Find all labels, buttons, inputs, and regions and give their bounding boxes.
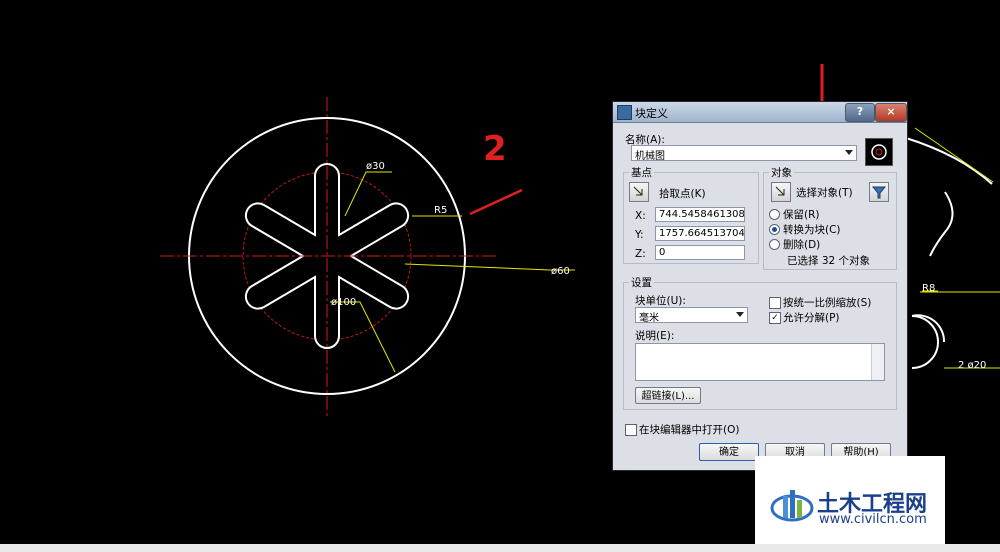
dim-d30-label: ø30 bbox=[366, 161, 385, 172]
selected-count-status: 已选择 32 个对象 bbox=[787, 255, 871, 267]
z-coordinate-input[interactable]: 0 bbox=[655, 245, 745, 260]
name-value: 机械图 bbox=[635, 151, 665, 161]
scale-uniformly-checkbox[interactable] bbox=[769, 297, 781, 309]
open-in-block-editor-label: 在块编辑器中打开(O) bbox=[639, 424, 740, 436]
hyperlink-button[interactable]: 超链接(L)... bbox=[635, 387, 701, 404]
dialog-title: 块定义 bbox=[635, 107, 668, 120]
x-coordinate-input[interactable]: 744.5458461308826 bbox=[655, 207, 745, 222]
block-preview-icon bbox=[865, 138, 893, 166]
objects-title: 对象 bbox=[769, 165, 794, 180]
retain-label: 保留(R) bbox=[783, 209, 820, 221]
pick-point-label: 拾取点(K) bbox=[659, 188, 706, 200]
close-button[interactable]: × bbox=[875, 103, 907, 122]
block-unit-value: 毫米 bbox=[639, 313, 659, 323]
allow-exploding-label: 允许分解(P) bbox=[783, 312, 840, 324]
retain-radio[interactable] bbox=[769, 209, 780, 220]
watermark: 土木工程网 www.civilcn.com bbox=[755, 456, 945, 552]
description-textarea[interactable] bbox=[635, 343, 885, 381]
annotation-arrow bbox=[469, 188, 523, 216]
settings-title: 设置 bbox=[629, 275, 654, 290]
app-icon bbox=[617, 105, 632, 120]
name-combobox[interactable]: 机械图 bbox=[631, 145, 857, 161]
pick-point-button[interactable] bbox=[629, 182, 649, 202]
dialog-titlebar[interactable]: 块定义 ? × bbox=[613, 102, 907, 123]
watermark-logo-icon bbox=[770, 490, 814, 522]
convert-to-block-radio[interactable] bbox=[769, 224, 780, 235]
block-definition-dialog: 块定义 ? × 名称(A): 机械图 基点 拾取点(K) X: 744.5458… bbox=[612, 101, 908, 471]
x-label: X: bbox=[635, 210, 646, 222]
dim-r8-label: R8 bbox=[922, 283, 935, 294]
scale-uniformly-label: 按统一比例缩放(S) bbox=[783, 297, 872, 309]
dim-d60-label: ø60 bbox=[551, 266, 570, 277]
watermark-url: www.civilcn.com bbox=[819, 512, 927, 527]
block-unit-label: 块单位(U): bbox=[635, 295, 686, 307]
block-unit-select[interactable]: 毫米 bbox=[635, 307, 748, 323]
bottom-strip bbox=[0, 544, 1000, 552]
convert-to-block-label: 转换为块(C) bbox=[783, 224, 841, 236]
description-scrollbar[interactable] bbox=[871, 344, 884, 380]
annotation-number: 2 bbox=[483, 129, 507, 169]
chevron-down-icon[interactable] bbox=[736, 312, 744, 317]
delete-radio[interactable] bbox=[769, 239, 780, 250]
quick-select-filter-icon[interactable] bbox=[869, 182, 889, 202]
allow-exploding-checkbox[interactable]: ✓ bbox=[769, 312, 781, 324]
y-coordinate-input[interactable]: 1757.664513704102 bbox=[655, 226, 745, 241]
dim-2d20-label: 2 ø20 bbox=[958, 360, 986, 371]
open-in-block-editor-checkbox[interactable] bbox=[625, 424, 637, 436]
base-point-title: 基点 bbox=[629, 165, 654, 180]
y-label: Y: bbox=[635, 229, 644, 241]
description-label: 说明(E): bbox=[635, 330, 675, 342]
dim-r5-label: R5 bbox=[434, 205, 447, 216]
select-objects-button[interactable] bbox=[771, 182, 791, 202]
chevron-down-icon[interactable] bbox=[845, 150, 853, 155]
delete-label: 删除(D) bbox=[783, 239, 821, 251]
ok-button[interactable]: 确定 bbox=[699, 443, 759, 461]
dim-d100-label: ø100 bbox=[331, 297, 356, 308]
help-button[interactable]: ? bbox=[845, 103, 875, 122]
select-objects-label: 选择对象(T) bbox=[796, 187, 853, 199]
z-label: Z: bbox=[635, 248, 646, 260]
